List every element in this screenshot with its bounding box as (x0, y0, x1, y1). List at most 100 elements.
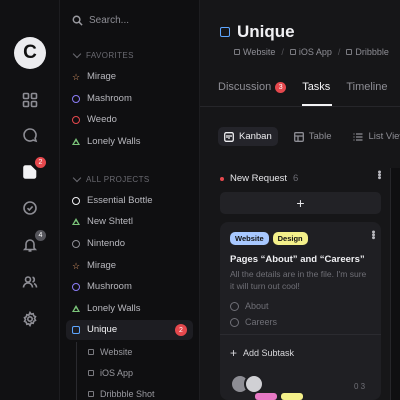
peek-tag (281, 393, 303, 400)
subitem-label: iOS App (100, 368, 134, 378)
subitem-label: Dribbble Shot (100, 389, 155, 399)
tag-design[interactable]: Design (272, 232, 308, 245)
bell-icon[interactable]: 4 (21, 230, 46, 254)
sidebar-item-lonely-walls-project[interactable]: Lonely Walls (72, 303, 141, 314)
tab-tasks[interactable]: Tasks (302, 81, 330, 93)
sidebar-item-mirage[interactable]: ☆ Mirage (72, 71, 116, 82)
circle-icon (72, 239, 80, 248)
unread-count-badge: 2 (175, 324, 187, 336)
chat-icon[interactable] (21, 126, 39, 144)
subtask-about[interactable]: About (230, 301, 269, 311)
chevron-down-icon (72, 49, 82, 59)
column-menu-icon[interactable]: ••• (373, 170, 385, 179)
plus-icon: + (230, 346, 238, 360)
task-card[interactable]: Website Design ••• Pages “About” and “Ca… (220, 222, 381, 400)
kanban-icon (224, 131, 234, 142)
star-icon: ☆ (72, 260, 81, 271)
tab-bar: Discussion 3 Tasks Timeline (218, 81, 387, 93)
tab-label: Discussion (218, 81, 272, 93)
circle-icon (72, 282, 80, 291)
checkbox-icon[interactable] (230, 301, 239, 311)
triangle-icon (72, 138, 80, 145)
column-title: New Request (230, 173, 288, 184)
tab-label: Timeline (346, 81, 388, 93)
column-count: 6 (293, 173, 299, 184)
files-badge: 2 (35, 157, 46, 168)
table-icon (293, 131, 304, 142)
sidebar-item-nintendo[interactable]: Nintendo (72, 238, 125, 249)
search-input[interactable]: Search... (72, 15, 129, 26)
square-icon (234, 49, 240, 55)
sidebar-item-weedo[interactable]: Weedo (72, 114, 117, 125)
tabs-divider (200, 106, 400, 107)
icon-rail: C 2 4 (0, 0, 60, 400)
breadcrumb-label: Dribbble (355, 47, 389, 57)
check-circle-icon[interactable] (21, 199, 39, 217)
breadcrumb-ios-app[interactable]: iOS App (289, 47, 332, 57)
breadcrumb-website[interactable]: Website (234, 47, 275, 57)
card-description: All the details are in the file. I'm sur… (230, 269, 367, 291)
breadcrumb: Website / iOS App / Dribbble (234, 47, 389, 57)
add-subtask-button[interactable]: + Add Subtask (230, 346, 294, 360)
avatar[interactable] (244, 374, 264, 394)
sidebar-item-lonely-walls[interactable]: Lonely Walls (72, 136, 141, 147)
checkbox-icon[interactable] (230, 317, 239, 327)
tag-website[interactable]: Website (230, 232, 269, 245)
sidebar-item-mirage-project[interactable]: ☆ Mirage (72, 260, 116, 271)
projects-section-header[interactable]: ALL PROJECTS (72, 173, 150, 184)
add-task-button[interactable]: + (220, 192, 381, 214)
files-icon[interactable]: 2 (21, 157, 46, 181)
status-dot (220, 176, 224, 181)
view-kanban[interactable]: Kanban (218, 127, 278, 146)
card-meta: 0 3 (354, 382, 366, 391)
card-menu-icon[interactable]: ••• (367, 230, 379, 239)
square-icon (88, 370, 94, 376)
sidebar-subitem-dribbble-shot[interactable]: Dribbble Shot (88, 389, 155, 399)
sidebar-item-label: Weedo (87, 114, 117, 125)
view-table[interactable]: Table (288, 127, 338, 146)
card-tags: Website Design (230, 232, 308, 245)
sidebar-subitem-ios-app[interactable]: iOS App (88, 368, 133, 378)
square-icon (346, 49, 353, 55)
circle-icon (72, 115, 80, 124)
subtask-label: About (245, 301, 269, 311)
sidebar-item-unique[interactable]: Unique 2 (66, 320, 193, 340)
favorites-section-header[interactable]: FAVORITES (72, 49, 134, 60)
square-icon (88, 349, 94, 355)
sidebar-item-label: Nintendo (87, 238, 126, 249)
breadcrumb-label: Website (243, 47, 276, 57)
users-icon[interactable] (21, 273, 39, 291)
sidebar-item-new-shtetl[interactable]: New Shtetl (72, 216, 133, 227)
tab-discussion[interactable]: Discussion 3 (218, 81, 287, 93)
sidebar-item-mushroom[interactable]: Mushroom (72, 281, 132, 292)
discussion-badge: 3 (275, 81, 287, 93)
tab-timeline[interactable]: Timeline (346, 81, 387, 93)
sidebar-item-unique-content: Unique (72, 324, 117, 335)
subtask-careers[interactable]: Careers (230, 317, 277, 327)
view-list[interactable]: List View (347, 127, 400, 146)
sidebar-item-essential-bottle[interactable]: Essential Bottle (72, 195, 152, 206)
sidebar-item-label: Mirage (87, 71, 117, 82)
app-logo[interactable]: C (14, 37, 46, 69)
breadcrumb-separator: / (281, 47, 284, 57)
sidebar-item-label: Lonely Walls (87, 136, 141, 147)
search-icon (72, 15, 83, 26)
favorites-title: FAVORITES (86, 51, 134, 60)
list-icon (353, 132, 363, 141)
sidebar-item-label: Mashroom (87, 93, 132, 104)
card-title: Pages “About” and “Careers” (230, 254, 365, 265)
grid-icon[interactable] (21, 91, 39, 109)
main-panel: Unique Website / iOS App / Dribbble Disc… (200, 0, 400, 400)
notifications-badge: 4 (35, 230, 46, 241)
view-switcher: Kanban Table List View (218, 127, 400, 146)
breadcrumb-dribbble[interactable]: Dribbble (346, 47, 389, 57)
sidebar-item-mashroom[interactable]: Mashroom (72, 93, 132, 104)
square-icon (289, 49, 296, 55)
add-subtask-label: Add Subtask (243, 348, 295, 358)
sidebar-subitem-website[interactable]: Website (88, 347, 132, 357)
gear-icon[interactable] (21, 310, 39, 328)
next-card-tags-peek (255, 393, 303, 400)
circle-icon (72, 94, 80, 103)
square-icon (72, 325, 80, 334)
view-label: List View (368, 131, 400, 142)
